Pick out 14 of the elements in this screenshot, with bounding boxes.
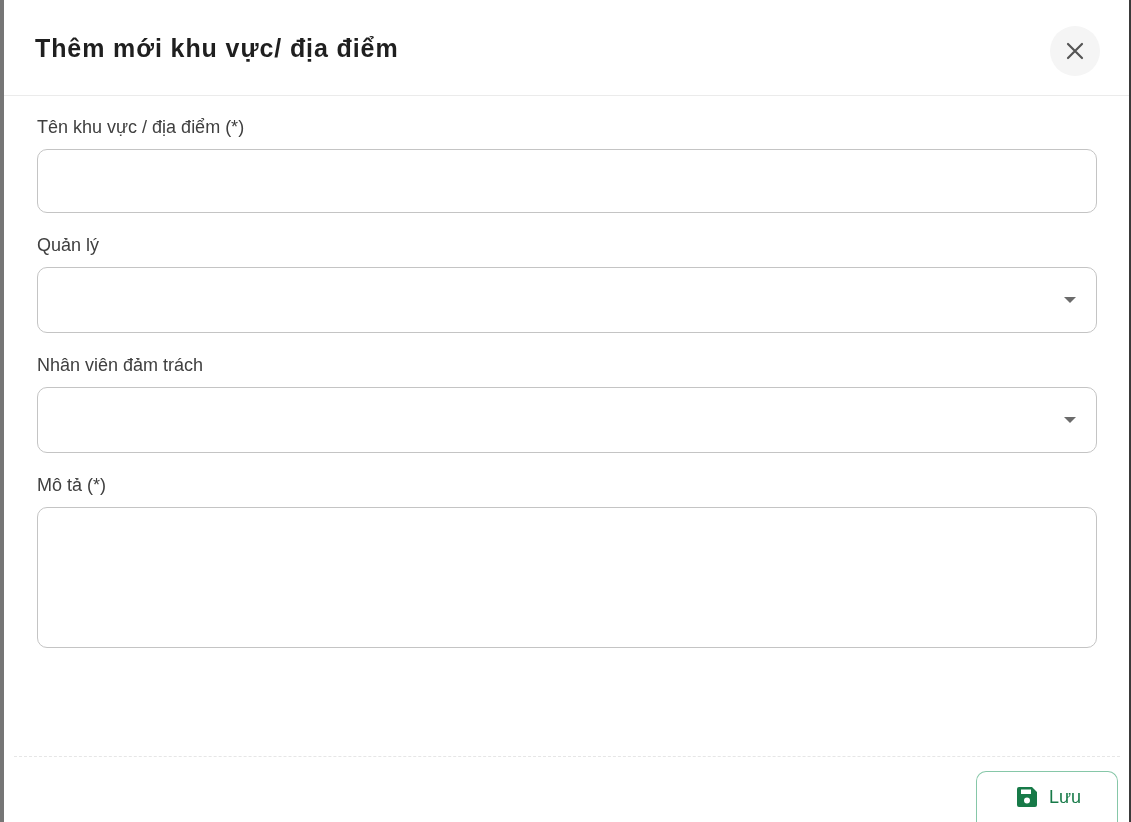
dropdown-field[interactable] [37, 387, 1097, 453]
caret-icon [1064, 297, 1076, 303]
field-label: Quản lý [37, 234, 101, 256]
close-icon [1066, 41, 1084, 60]
field-label: Nhân viên đảm trách [37, 354, 205, 376]
dialog-title: Thêm mới khu vực/ địa điểm [35, 32, 399, 64]
textarea-field[interactable] [37, 507, 1097, 648]
field-label: Mô tả (*) [37, 474, 107, 496]
close-button[interactable] [1050, 25, 1100, 76]
input-field[interactable] [37, 149, 1097, 213]
save-button[interactable]: Lưu [976, 771, 1118, 822]
caret-icon [1064, 417, 1076, 423]
dropdown-field[interactable] [37, 267, 1097, 333]
field-label: Tên khu vực / địa điểm (*) [37, 116, 246, 138]
